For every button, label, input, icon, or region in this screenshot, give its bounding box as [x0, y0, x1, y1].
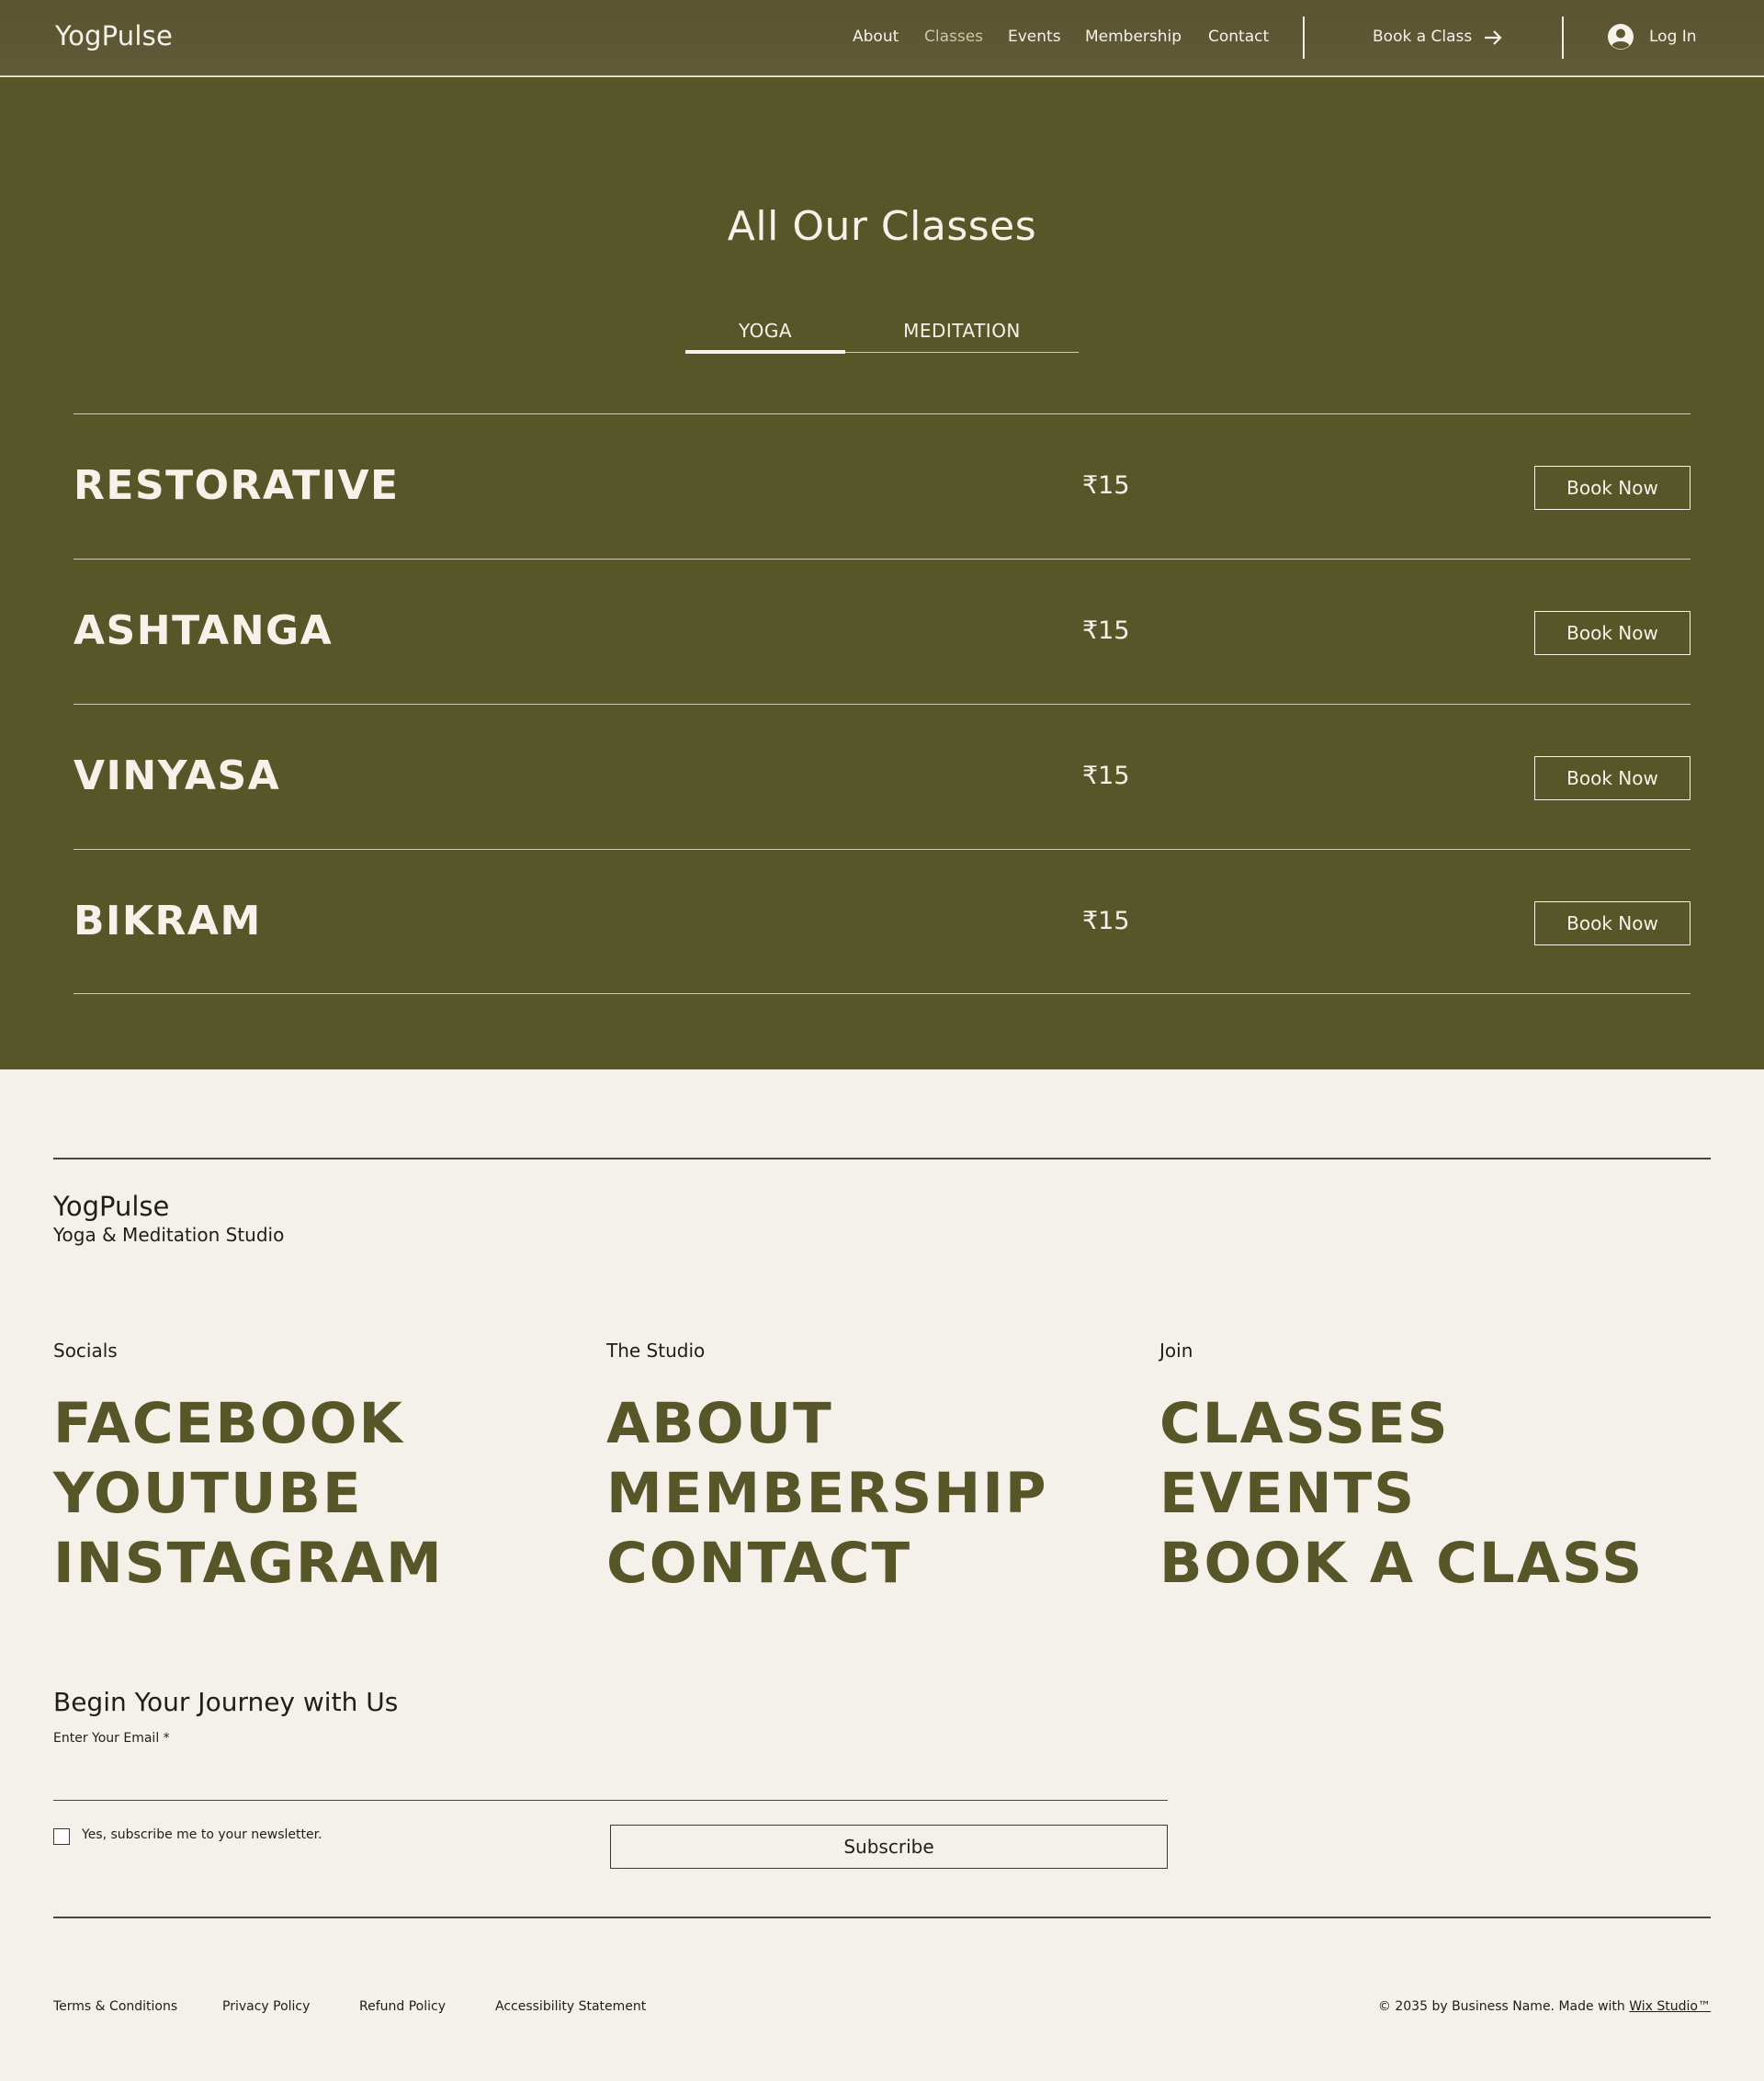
arrow-right-icon[interactable]	[1483, 28, 1503, 48]
tab-yoga[interactable]: YOGA	[685, 320, 845, 342]
nav-events[interactable]: Events	[1008, 28, 1061, 46]
footer-link-instagram[interactable]: INSTAGRAM	[53, 1529, 444, 1599]
copyright-text: © 2035 by Business Name. Made with	[1377, 1999, 1630, 2014]
active-tab-indicator	[685, 350, 845, 354]
nav-about[interactable]: About	[853, 28, 899, 46]
footer-divider	[53, 1158, 1711, 1159]
book-now-button[interactable]: Book Now	[1534, 756, 1690, 800]
footer-link-membership[interactable]: MEMBERSHIP	[606, 1459, 1048, 1529]
nav-membership[interactable]: Membership	[1085, 28, 1182, 46]
class-row: VINYASA ₹15 Book Now	[74, 704, 1690, 849]
footer-divider	[53, 1917, 1711, 1918]
footer-column-socials: Socials FACEBOOK YOUTUBE INSTAGRAM	[53, 1340, 444, 1599]
footer-link-facebook[interactable]: FACEBOOK	[53, 1389, 444, 1459]
copyright: © 2035 by Business Name. Made with Wix S…	[1378, 1999, 1711, 2014]
class-name: VINYASA	[74, 752, 281, 799]
book-now-button[interactable]: Book Now	[1534, 466, 1690, 510]
footer-logo[interactable]: YogPulse	[53, 1191, 169, 1222]
footer-link-book-a-class[interactable]: BOOK A CLASS	[1159, 1529, 1644, 1599]
wix-studio-link[interactable]: Wix Studio™	[1629, 1999, 1711, 2014]
footer-tagline: Yoga & Meditation Studio	[53, 1224, 285, 1246]
legal-link-refund[interactable]: Refund Policy	[359, 1999, 446, 2014]
email-field-label: Enter Your Email *	[53, 1731, 170, 1746]
class-tabs: YOGA MEDITATION	[685, 307, 1079, 354]
site-header: YogPulse About Classes Events Membership…	[0, 0, 1764, 76]
class-row: ASHTANGA ₹15 Book Now	[74, 559, 1690, 704]
book-now-button[interactable]: Book Now	[1534, 611, 1690, 655]
class-name: BIKRAM	[74, 898, 262, 944]
newsletter-checkbox[interactable]	[53, 1828, 70, 1845]
nav-contact[interactable]: Contact	[1208, 28, 1269, 46]
login-link[interactable]: Log In	[1649, 28, 1697, 46]
column-heading: Socials	[53, 1340, 118, 1362]
class-list: RESTORATIVE ₹15 Book Now ASHTANGA ₹15 Bo…	[74, 413, 1690, 994]
footer-column-studio: The Studio ABOUT MEMBERSHIP CONTACT	[606, 1340, 1048, 1599]
footer-column-join: Join CLASSES EVENTS BOOK A CLASS	[1159, 1340, 1644, 1599]
user-avatar-icon[interactable]	[1607, 23, 1634, 51]
column-heading: Join	[1159, 1340, 1193, 1362]
class-row: BIKRAM ₹15 Book Now	[74, 849, 1690, 994]
book-a-class-link[interactable]: Book a Class	[1373, 28, 1472, 46]
subscribe-button[interactable]: Subscribe	[610, 1825, 1168, 1869]
footer-link-youtube[interactable]: YOUTUBE	[53, 1459, 444, 1529]
class-row: RESTORATIVE ₹15 Book Now	[74, 413, 1690, 559]
legal-link-privacy[interactable]: Privacy Policy	[222, 1999, 310, 2014]
book-now-button[interactable]: Book Now	[1534, 901, 1690, 945]
footer-link-events[interactable]: EVENTS	[1159, 1459, 1644, 1529]
header-divider	[1303, 17, 1305, 59]
class-price: ₹15	[1082, 616, 1130, 645]
classes-section: All Our Classes YOGA MEDITATION RESTORAT…	[0, 77, 1764, 1069]
header-divider	[1562, 17, 1564, 59]
footer-link-contact[interactable]: CONTACT	[606, 1529, 1048, 1599]
class-price: ₹15	[1082, 471, 1130, 500]
nav-classes[interactable]: Classes	[924, 28, 983, 46]
class-name: ASHTANGA	[74, 607, 334, 654]
section-title: All Our Classes	[727, 203, 1037, 250]
class-price: ₹15	[1082, 762, 1130, 790]
site-logo[interactable]: YogPulse	[55, 20, 173, 51]
legal-link-accessibility[interactable]: Accessibility Statement	[495, 1999, 646, 2014]
footer-link-classes[interactable]: CLASSES	[1159, 1389, 1644, 1459]
tab-meditation[interactable]: MEDITATION	[845, 320, 1079, 342]
newsletter-title: Begin Your Journey with Us	[53, 1687, 399, 1717]
footer-link-about[interactable]: ABOUT	[606, 1389, 1048, 1459]
class-price: ₹15	[1082, 907, 1130, 935]
column-heading: The Studio	[606, 1340, 706, 1362]
newsletter-checkbox-label: Yes, subscribe me to your newsletter.	[82, 1827, 322, 1842]
class-name: RESTORATIVE	[74, 462, 400, 509]
legal-link-terms[interactable]: Terms & Conditions	[53, 1999, 177, 2014]
email-field[interactable]	[53, 1755, 1168, 1801]
